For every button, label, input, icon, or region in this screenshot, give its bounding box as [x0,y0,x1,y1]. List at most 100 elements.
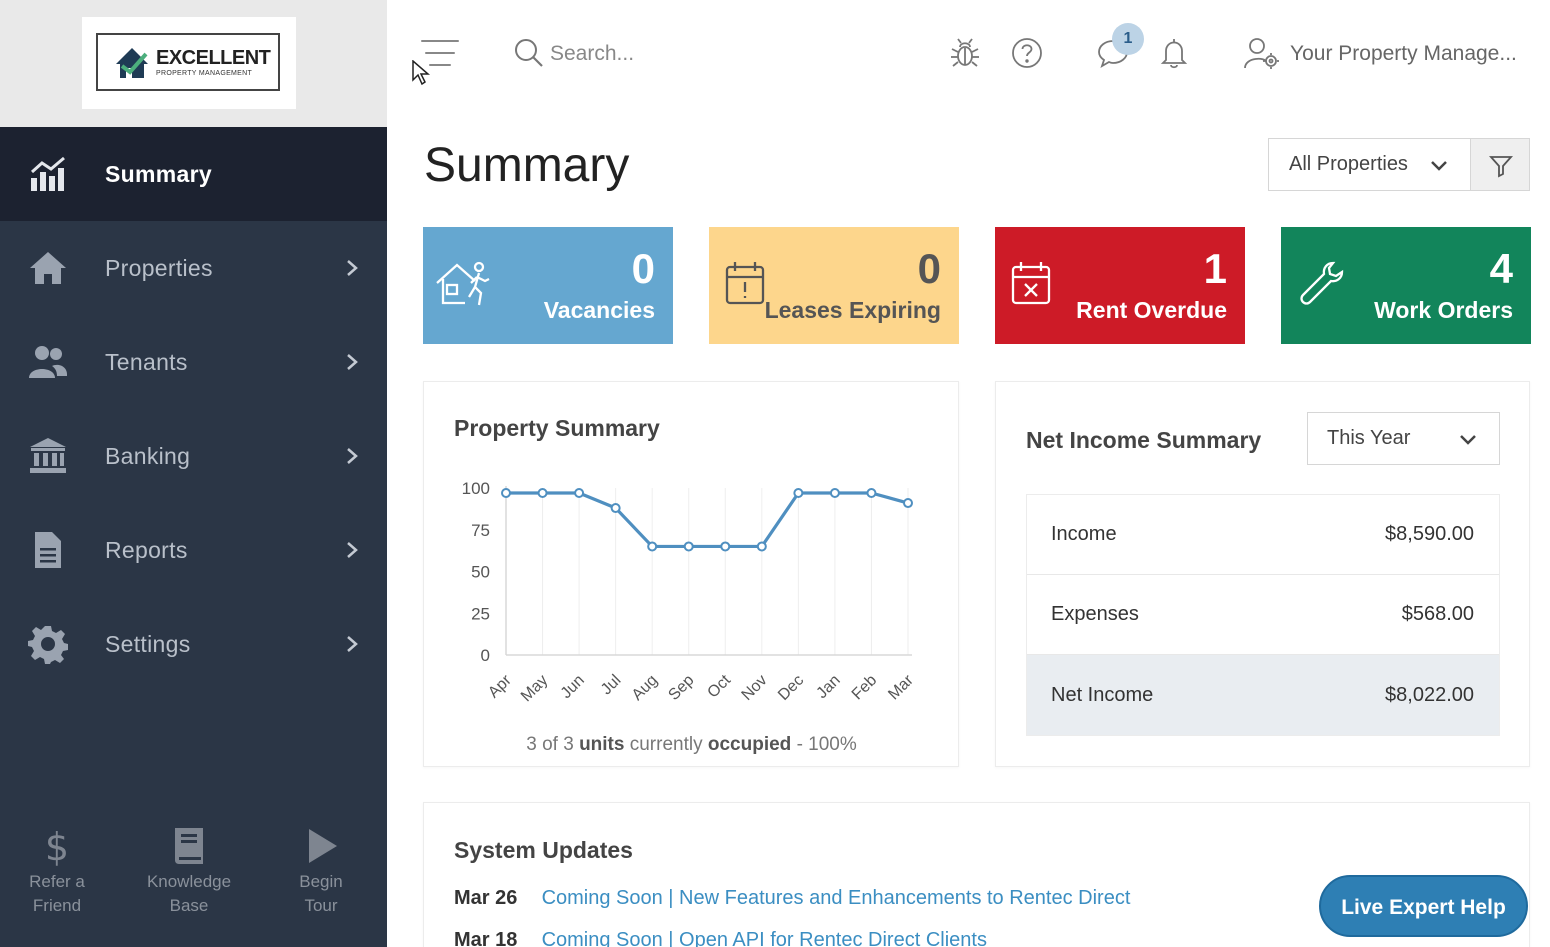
chevron-right-icon [343,635,361,653]
house-person-icon [436,261,490,306]
refer-a-friend-link[interactable]: $ Refer a Friend [2,826,112,918]
x-tick-label: Dec [775,672,807,704]
sidebar-item-settings[interactable]: Settings [0,597,387,691]
net-income-row: Net Income $8,022.00 [1027,655,1499,735]
filter-icon [1489,156,1513,178]
occupancy-line-chart: 0 25 50 75 100 Apr May Jun Jul Aug Sep Oct Nov Dec Jan… [462,479,918,705]
data-point [829,488,840,499]
rent-overdue-card[interactable]: 1 Rent Overdue [995,227,1245,344]
update-date: Mar 18 [454,929,518,947]
vacancies-card[interactable]: 0 Vacancies [423,227,673,344]
occupancy-series-line [506,491,909,549]
data-point [720,541,731,552]
net-income-label: Net Income [1051,683,1154,706]
period-value: This Year [1327,427,1411,449]
book-icon [175,828,203,864]
vacancies-count: 0 [631,245,655,292]
chevron-down-icon [1460,435,1476,445]
x-tick-label: Apr [485,671,515,701]
search-input[interactable] [550,36,880,72]
income-table: Income $8,590.00 Expenses $568.00 Net In… [1026,494,1500,736]
y-tick-label: 100 [462,479,490,498]
document-icon [27,529,69,571]
update-date: Mar 26 [454,887,518,909]
begin-tour-link[interactable]: Begin Tour [266,826,376,918]
kb-line1: Knowledge [146,872,232,891]
net-income-value: $8,022.00 [1385,683,1474,706]
leases-expiring-card[interactable]: 0 Leases Expiring [709,227,959,344]
property-filter-value: All Properties [1289,153,1408,175]
mouse-cursor-icon [412,60,430,86]
net-income-panel: Net Income Summary This Year Income $8,5… [995,381,1530,767]
income-label: Income [1051,523,1117,545]
x-tick-label: Nov [739,672,771,704]
period-dropdown[interactable]: This Year [1307,412,1500,465]
data-point [647,541,658,552]
sidebar-item-label: Summary [105,160,212,187]
chevron-right-icon [343,353,361,371]
x-tick-label: Jun [558,672,588,702]
help-icon[interactable] [1010,36,1044,70]
x-tick-label: May [518,672,551,705]
caption-percent: - 100% [796,734,857,755]
x-tick-label: Feb [849,672,881,704]
x-tick-label: Aug [629,672,661,704]
knowledge-base-link[interactable]: Knowledge Base [134,826,244,918]
sidebar-item-label: Reports [105,536,188,563]
update-item: Mar 18 Coming Soon | Open API for Rentec… [454,929,987,947]
work-orders-card[interactable]: 4 Work Orders [1281,227,1531,344]
data-point [756,541,767,552]
play-icon [309,829,337,863]
property-filter-dropdown[interactable]: All Properties [1268,138,1471,191]
sidebar-item-label: Tenants [105,348,188,375]
tour-line1: Begin [299,872,343,891]
data-point [866,488,877,499]
update-link[interactable]: Coming Soon | Open API for Rentec Direct… [542,929,987,947]
y-tick-label: 75 [471,521,490,540]
work-orders-count: 4 [1489,245,1513,292]
dollar-icon: $ [45,826,69,866]
caption-units: units [579,734,625,755]
refer-line2: Friend [32,896,82,915]
occupancy-caption: 3 of 3 units currently occupied - 100% [424,734,959,756]
expenses-label: Expenses [1051,603,1139,625]
sidebar-item-properties[interactable]: Properties [0,221,387,315]
data-point [610,503,621,514]
sidebar: EXCELLENT PROPERTY MANAGEMENT Summary Pr… [0,0,387,947]
net-income-title: Net Income Summary [1026,427,1262,453]
bug-report-icon[interactable] [948,36,982,70]
logo-frame: EXCELLENT PROPERTY MANAGEMENT [96,33,280,91]
live-expert-help-button[interactable]: Live Expert Help [1319,875,1528,937]
user-account-name[interactable]: Your Property Manage... [1290,42,1517,66]
logo-house-icon [116,48,148,78]
sidebar-item-label: Banking [105,442,191,469]
sidebar-item-tenants[interactable]: Tenants [0,315,387,409]
logo-title: EXCELLENT [156,46,271,69]
notifications-bell-icon[interactable] [1157,36,1191,70]
x-tick-label: Oct [704,671,734,701]
y-tick-label: 0 [481,646,490,665]
chevron-right-icon [343,541,361,559]
leases-expiring-count: 0 [917,245,941,292]
svg-text:$: $ [45,826,69,866]
x-tick-label: Jul [598,672,624,698]
sidebar-item-label: Settings [105,630,191,657]
users-icon [27,341,69,383]
page-title: Summary [424,139,630,192]
topbar: 1 Your Property Manage... [387,0,1550,108]
sidebar-item-reports[interactable]: Reports [0,503,387,597]
user-settings-icon[interactable] [1244,36,1280,70]
company-logo[interactable]: EXCELLENT PROPERTY MANAGEMENT [82,17,296,109]
system-updates-title: System Updates [454,837,633,863]
house-icon [27,247,69,289]
x-tick-label: Mar [885,671,917,703]
chevron-right-icon [343,259,361,277]
sidebar-item-banking[interactable]: Banking [0,409,387,503]
leases-expiring-label: Leases Expiring [764,297,941,323]
sidebar-item-summary[interactable]: Summary [0,127,387,221]
work-orders-label: Work Orders [1374,297,1513,323]
update-link[interactable]: Coming Soon | New Features and Enhanceme… [542,887,1131,909]
filter-button[interactable] [1470,138,1530,191]
refer-line1: Refer a [29,872,85,891]
data-point [574,488,585,499]
